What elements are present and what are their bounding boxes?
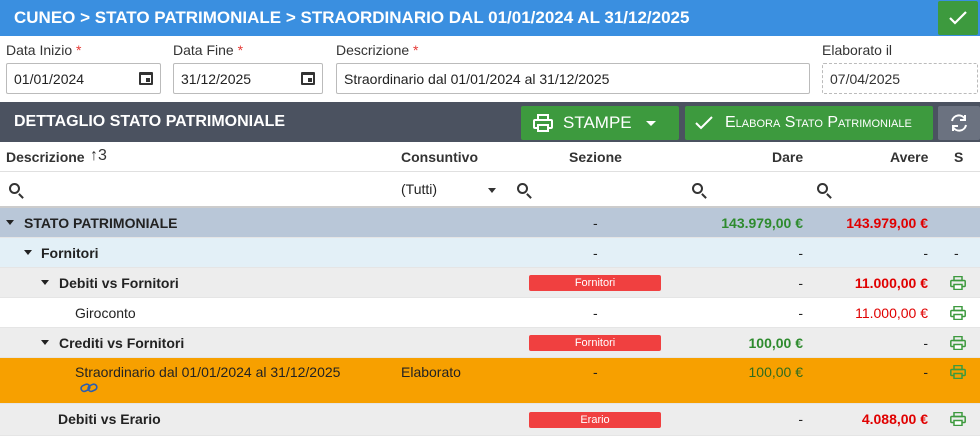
data-inizio-input[interactable]: 01/01/2024 bbox=[6, 63, 161, 94]
col-sezione[interactable]: Sezione bbox=[569, 149, 622, 165]
refresh-button[interactable] bbox=[938, 106, 980, 140]
form-panel: Data Inizio * 01/01/2024 Data Fine * 31/… bbox=[0, 36, 980, 102]
row-description: Giroconto bbox=[75, 305, 136, 321]
confirm-button[interactable] bbox=[938, 1, 978, 35]
printer-icon[interactable] bbox=[950, 412, 966, 426]
descrizione-label: Descrizione bbox=[336, 42, 410, 58]
search-icon[interactable] bbox=[817, 183, 828, 194]
col-consuntivo[interactable]: Consuntivo bbox=[401, 149, 478, 165]
required-mark: * bbox=[237, 42, 244, 58]
elabora-button[interactable]: Elabora Stato Patrimoniale bbox=[685, 106, 933, 140]
search-icon[interactable] bbox=[9, 183, 20, 194]
table-row[interactable]: Fornitori - - - - bbox=[0, 238, 980, 268]
search-icon[interactable] bbox=[692, 183, 703, 194]
stampe-label: STAMPE bbox=[563, 113, 632, 132]
col-descrizione[interactable]: Descrizione bbox=[6, 149, 85, 165]
row-description: Fornitori bbox=[41, 245, 99, 261]
row-description: Debiti vs Erario bbox=[58, 411, 161, 427]
printer-icon[interactable] bbox=[950, 306, 966, 320]
section-toolbar: DETTAGLIO STATO PATRIMONIALE STAMPE Elab… bbox=[0, 102, 980, 142]
row-s: - bbox=[954, 245, 959, 261]
collapse-icon[interactable] bbox=[41, 340, 49, 345]
row-consuntivo: Elaborato bbox=[401, 364, 461, 380]
check-icon bbox=[695, 116, 713, 130]
row-avere: - bbox=[923, 245, 928, 261]
title-bar: CUNEO > STATO PATRIMONIALE > STRAORDINAR… bbox=[0, 0, 980, 36]
row-avere: 11.000,00 € bbox=[855, 305, 928, 321]
consuntivo-filter-value[interactable]: (Tutti) bbox=[401, 181, 437, 197]
elaborato-field: Elaborato il 07/04/2025 bbox=[822, 42, 978, 94]
col-s[interactable]: S bbox=[954, 149, 963, 165]
row-avere: 143.979,00 € bbox=[846, 215, 928, 231]
sezione-badge: Fornitori bbox=[529, 335, 661, 351]
descrizione-value: Straordinario dal 01/01/2024 al 31/12/20… bbox=[344, 70, 610, 87]
printer-icon[interactable] bbox=[950, 365, 966, 379]
elaborato-label: Elaborato il bbox=[822, 42, 893, 58]
table-row[interactable]: Crediti vs Fornitori Fornitori 100,00 € … bbox=[0, 328, 980, 358]
chevron-down-icon[interactable] bbox=[488, 188, 496, 193]
data-inizio-field: Data Inizio * 01/01/2024 bbox=[6, 42, 161, 94]
calendar-icon[interactable] bbox=[139, 72, 153, 85]
row-dare: - bbox=[798, 245, 803, 261]
data-fine-label: Data Fine bbox=[173, 42, 234, 58]
data-fine-input[interactable]: 31/12/2025 bbox=[173, 63, 323, 94]
link-icon[interactable] bbox=[80, 382, 98, 394]
stampe-button[interactable]: STAMPE bbox=[521, 106, 679, 140]
required-mark: * bbox=[76, 42, 82, 58]
table-row[interactable]: Debiti vs Fornitori Fornitori - 11.000,0… bbox=[0, 268, 980, 298]
row-sezione: - bbox=[593, 215, 598, 231]
printer-icon[interactable] bbox=[950, 276, 966, 290]
row-sezione: - bbox=[593, 245, 598, 261]
data-fine-value: 31/12/2025 bbox=[181, 70, 252, 87]
row-dare: - bbox=[798, 411, 803, 427]
row-avere: 11.000,00 € bbox=[854, 275, 928, 291]
table-row[interactable]: STATO PATRIMONIALE - 143.979,00 € 143.97… bbox=[0, 208, 980, 238]
descrizione-input[interactable]: Straordinario dal 01/01/2024 al 31/12/20… bbox=[336, 63, 810, 94]
required-mark: * bbox=[413, 42, 419, 58]
sort-indicator[interactable]: ↑3 bbox=[90, 147, 107, 165]
check-icon bbox=[949, 11, 967, 25]
row-dare: 100,00 € bbox=[748, 335, 804, 351]
collapse-icon[interactable] bbox=[24, 250, 32, 255]
data-inizio-label: Data Inizio bbox=[6, 42, 73, 58]
row-description: Debiti vs Fornitori bbox=[59, 275, 179, 291]
row-avere: 4.088,00 € bbox=[861, 411, 928, 427]
row-sezione: - bbox=[593, 364, 598, 380]
chevron-down-icon bbox=[645, 120, 656, 126]
search-icon[interactable] bbox=[517, 183, 528, 194]
row-dare: - bbox=[798, 275, 803, 291]
section-title: DETTAGLIO STATO PATRIMONIALE bbox=[14, 113, 286, 130]
data-fine-field: Data Fine * 31/12/2025 bbox=[173, 42, 323, 94]
row-avere: - bbox=[923, 335, 928, 351]
row-description: Straordinario dal 01/01/2024 al 31/12/20… bbox=[75, 364, 341, 380]
breadcrumb: CUNEO > STATO PATRIMONIALE > STRAORDINAR… bbox=[14, 8, 690, 27]
elaborato-value: 07/04/2025 bbox=[830, 70, 901, 87]
collapse-icon[interactable] bbox=[6, 220, 14, 225]
table-row[interactable]: Debiti vs Erario Erario - 4.088,00 € bbox=[0, 404, 980, 436]
table-row-selected[interactable]: Straordinario dal 01/01/2024 al 31/12/20… bbox=[0, 358, 980, 404]
sezione-badge: Fornitori bbox=[529, 275, 661, 291]
data-inizio-value: 01/01/2024 bbox=[14, 70, 85, 87]
row-avere: - bbox=[923, 364, 928, 380]
collapse-icon[interactable] bbox=[41, 280, 49, 285]
printer-icon[interactable] bbox=[950, 336, 966, 350]
col-avere[interactable]: Avere bbox=[890, 149, 928, 165]
row-dare: 143.979,00 € bbox=[721, 215, 803, 231]
row-dare: - bbox=[798, 305, 803, 321]
descrizione-field: Descrizione * Straordinario dal 01/01/20… bbox=[336, 42, 810, 94]
sezione-badge: Erario bbox=[529, 412, 661, 428]
row-description: STATO PATRIMONIALE bbox=[24, 215, 178, 231]
row-sezione: - bbox=[593, 305, 598, 321]
elaborato-input: 07/04/2025 bbox=[822, 63, 978, 94]
col-dare[interactable]: Dare bbox=[772, 149, 803, 165]
table-row[interactable]: Giroconto - - 11.000,00 € bbox=[0, 298, 980, 328]
elabora-label: Elabora Stato Patrimoniale bbox=[725, 114, 912, 131]
filter-row: (Tutti) bbox=[0, 172, 980, 208]
row-description: Crediti vs Fornitori bbox=[59, 335, 185, 351]
column-header-row: Descrizione ↑3 Consuntivo Sezione Dare A… bbox=[0, 142, 980, 172]
refresh-icon bbox=[951, 114, 967, 132]
printer-icon bbox=[533, 114, 553, 132]
calendar-icon[interactable] bbox=[301, 72, 315, 85]
row-dare: 100,00 € bbox=[748, 364, 804, 380]
